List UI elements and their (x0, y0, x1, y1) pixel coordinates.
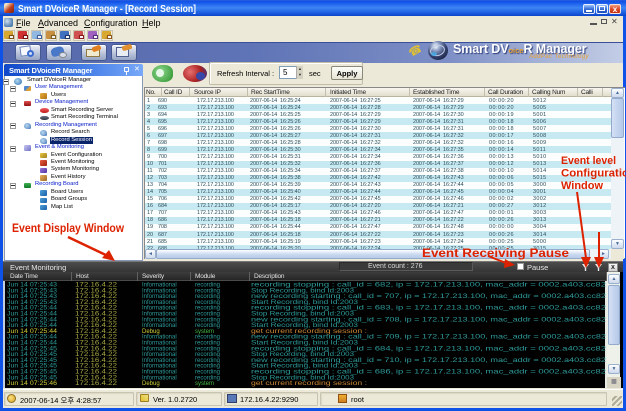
svg-text:system: system (195, 381, 214, 387)
svg-text:Debug: Debug (142, 381, 160, 387)
svg-text:Jun 14 07:25:46: Jun 14 07:25:46 (7, 381, 58, 387)
svg-text:172.16.4.22: 172.16.4.22 (75, 381, 118, 387)
svg-text:get current recording session: get current recording session : (251, 380, 367, 387)
